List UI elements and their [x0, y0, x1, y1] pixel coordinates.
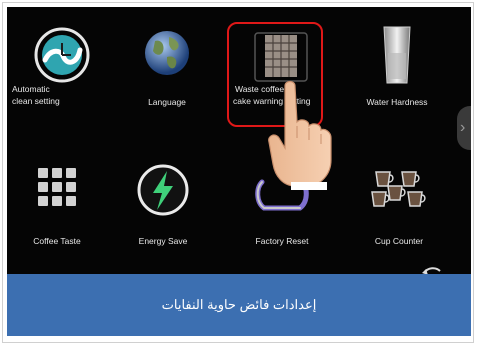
tile-language[interactable]: Language	[117, 21, 217, 131]
label-water-hardness: Water Hardness	[366, 97, 428, 107]
label-coffee-taste: Coffee Taste	[33, 236, 81, 246]
globe-icon	[145, 31, 189, 75]
lightning-icon	[137, 164, 189, 216]
back-arrow-icon[interactable]	[420, 265, 442, 274]
grid-icon	[38, 168, 76, 206]
label-language: Language	[148, 97, 186, 107]
pointing-hand-icon	[268, 80, 332, 190]
label-automatic-clean-line1: Automatic	[12, 84, 50, 94]
next-page-arrow-icon[interactable]: ›	[457, 106, 471, 150]
label-energy-save: Energy Save	[138, 236, 188, 246]
tile-automatic-clean-setting[interactable]: Automatic clean setting	[12, 21, 112, 131]
tile-water-hardness[interactable]: Water Hardness	[347, 21, 447, 131]
tile-cup-counter[interactable]: Cup Counter	[349, 162, 449, 272]
tile-energy-save[interactable]: Energy Save	[113, 162, 213, 272]
label-factory-reset: Factory Reset	[255, 236, 309, 246]
tile-coffee-taste[interactable]: Coffee Taste	[7, 162, 107, 272]
label-cup-counter: Cup Counter	[374, 236, 424, 246]
water-glass-icon	[383, 26, 411, 84]
clean-cycle-icon	[34, 27, 90, 83]
cups-icon	[371, 171, 426, 207]
caption-banner: إعدادات فائض حاوية النفايات	[7, 274, 471, 336]
label-automatic-clean-line2: clean setting	[12, 96, 60, 106]
